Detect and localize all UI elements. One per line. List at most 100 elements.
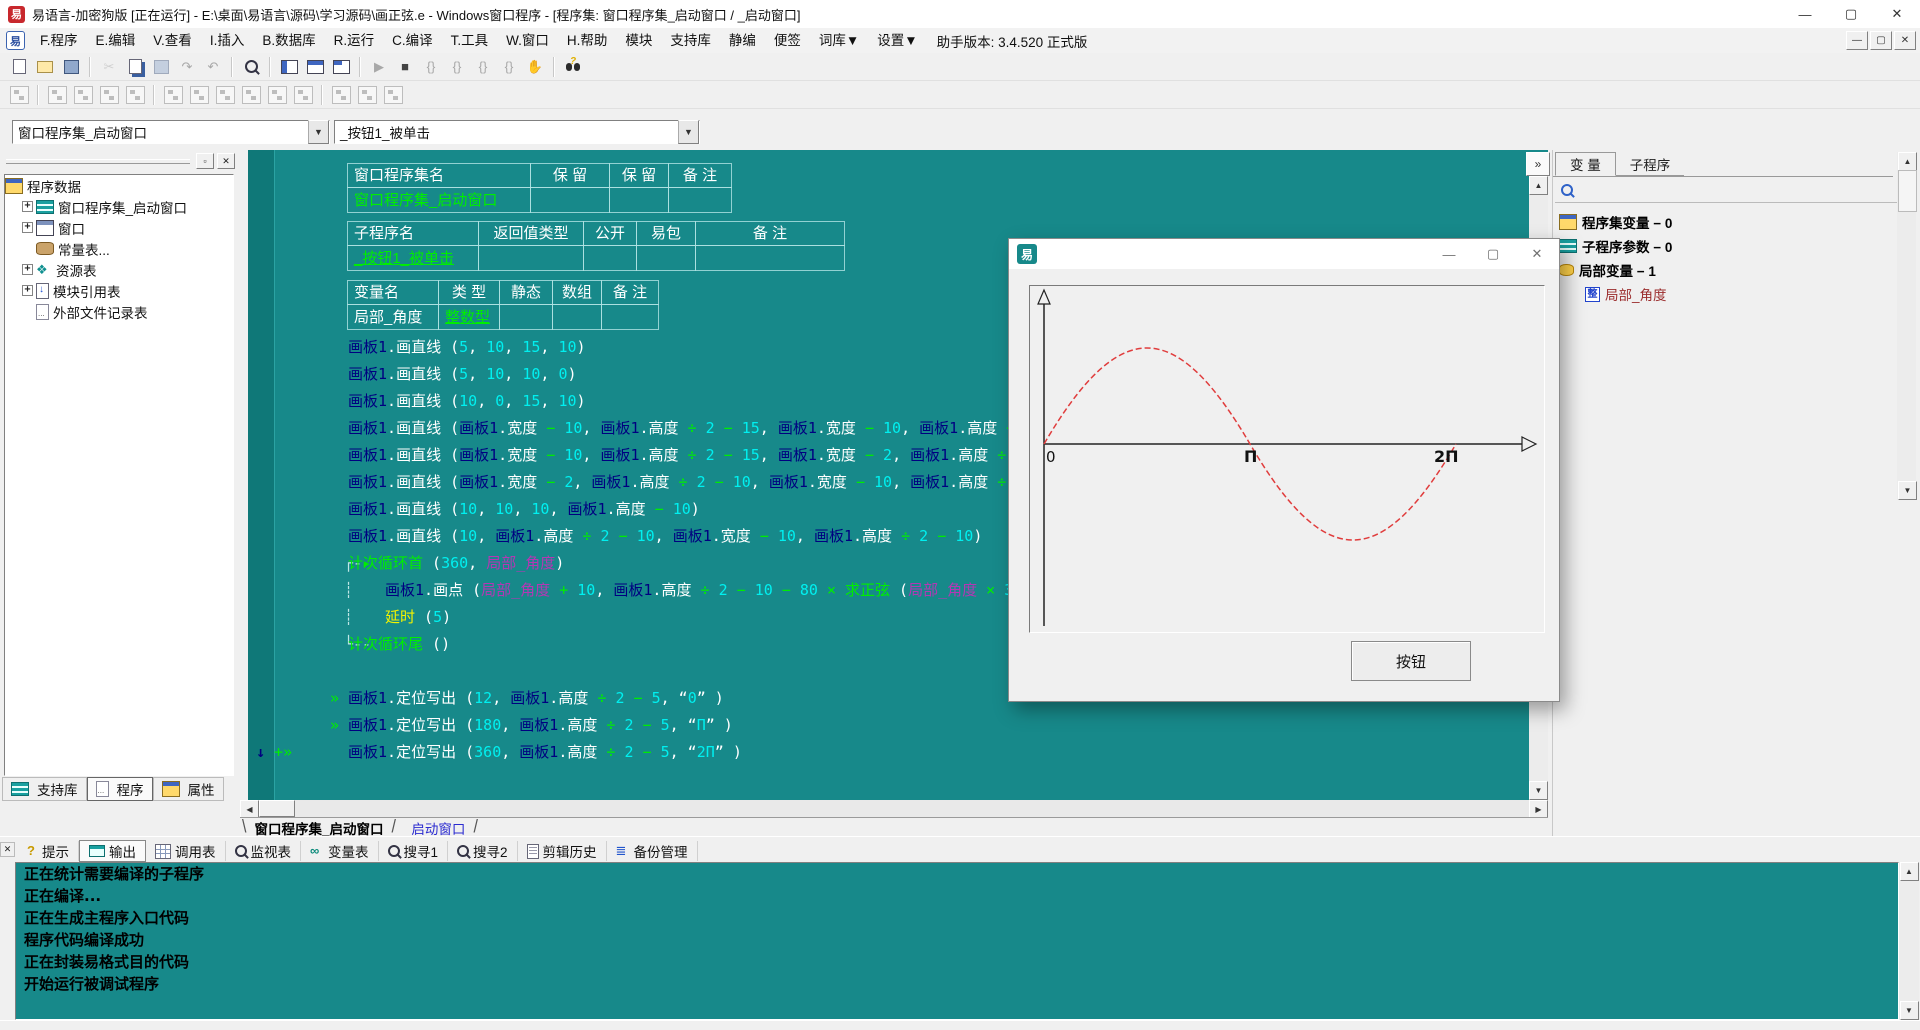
- cut-button[interactable]: ✂: [97, 55, 121, 78]
- variable-item-子程序参数 − 0[interactable]: 子程序参数 − 0: [1559, 234, 1889, 258]
- step-over-button[interactable]: {}: [445, 55, 469, 78]
- paste-button[interactable]: [149, 55, 173, 78]
- tab-变量[interactable]: 变 量: [1555, 152, 1616, 176]
- scroll-up-icon[interactable]: ▲: [1900, 862, 1919, 881]
- run-to-cursor-button[interactable]: {}: [497, 55, 521, 78]
- output-tab-调用表[interactable]: 调用表: [146, 841, 226, 861]
- find-in-files-button[interactable]: ?: [561, 55, 585, 78]
- move-left-button[interactable]: [45, 83, 69, 106]
- tree-item-窗口[interactable]: +窗口: [5, 217, 233, 238]
- table-cell[interactable]: [636, 245, 696, 271]
- program-button[interactable]: 按钮: [1351, 641, 1471, 681]
- table-cell[interactable]: [478, 245, 584, 271]
- align-top-button[interactable]: [213, 83, 237, 106]
- table-cell[interactable]: [499, 304, 553, 330]
- open-file-button[interactable]: [33, 55, 57, 78]
- mdi-restore-button[interactable]: ▢: [1870, 31, 1892, 50]
- menu-item-12[interactable]: 静编: [720, 30, 765, 52]
- close-panel-button[interactable]: ✕: [217, 153, 235, 169]
- expand-icon[interactable]: +: [22, 264, 33, 275]
- table-cell[interactable]: 局部_角度: [347, 304, 439, 330]
- chevron-down-icon[interactable]: ▼: [678, 120, 699, 144]
- method-combo[interactable]: _按钮1_被单击 ▼: [334, 120, 700, 144]
- program-window-titlebar[interactable]: 易 — ▢ ✕: [1009, 239, 1559, 269]
- fit-height-button[interactable]: [355, 83, 379, 106]
- variable-search-box[interactable]: [1555, 178, 1899, 203]
- same-v-button[interactable]: [291, 83, 315, 106]
- tab-支持库[interactable]: 支持库: [2, 777, 87, 801]
- scroll-up-icon[interactable]: ▲: [1529, 176, 1548, 195]
- pause-button[interactable]: ✋: [523, 55, 547, 78]
- mdi-minimize-button[interactable]: —: [1846, 31, 1868, 50]
- table-cell[interactable]: [583, 245, 637, 271]
- close-button[interactable]: ✕: [1515, 239, 1559, 269]
- menu-item-14[interactable]: 词库▼: [810, 30, 868, 52]
- copy-button[interactable]: [123, 55, 147, 78]
- collapse-panel-button[interactable]: »: [1526, 152, 1550, 176]
- tree-item-窗口程序集_启动窗口[interactable]: +窗口程序集_启动窗口: [5, 196, 233, 217]
- table-cell[interactable]: _按钮1_被单击: [347, 245, 479, 271]
- scrollbar-track[interactable]: [295, 800, 1529, 817]
- output-tab-提示[interactable]: 提示: [15, 841, 79, 861]
- flip-h-button[interactable]: [97, 83, 121, 106]
- running-program-window[interactable]: 易 — ▢ ✕ 0 Π 2Π 按钮: [1008, 238, 1560, 702]
- panel-scrollbar[interactable]: ▲ ▼: [1897, 152, 1916, 500]
- menu-item-8[interactable]: W.窗口: [497, 30, 558, 52]
- close-button[interactable]: ✕: [1874, 0, 1920, 28]
- menu-item-4[interactable]: B.数据库: [253, 30, 324, 52]
- output-tab-监视表[interactable]: 监视表: [226, 841, 302, 861]
- menu-item-13[interactable]: 便签: [765, 30, 810, 52]
- menu-item-0[interactable]: F.程序: [31, 30, 87, 52]
- table-cell[interactable]: [695, 245, 845, 271]
- output-tab-搜寻1[interactable]: 搜寻1: [379, 841, 449, 861]
- tab-程序[interactable]: 程序: [87, 777, 153, 801]
- assembly-combo[interactable]: 窗口程序集_启动窗口 ▼: [12, 120, 330, 144]
- code-line-15[interactable]: »画板1.定位写出 (180, 画板1.高度 ÷ 2 − 5, “Π” ): [248, 712, 1548, 739]
- menu-item-10[interactable]: 模块: [616, 30, 661, 52]
- editor-horizontal-scrollbar[interactable]: ◀ ▶: [240, 800, 1548, 817]
- layout-grid-button[interactable]: [329, 55, 353, 78]
- menu-item-6[interactable]: C.编译: [383, 30, 442, 52]
- table-cell[interactable]: [601, 304, 659, 330]
- flip-v-button[interactable]: [123, 83, 147, 106]
- output-scrollbar[interactable]: ▲ ▼: [1899, 862, 1919, 1020]
- menu-item-15[interactable]: 设置▼: [868, 30, 926, 52]
- close-output-button[interactable]: ✕: [0, 842, 15, 857]
- menu-item-1[interactable]: E.编辑: [87, 30, 145, 52]
- maximize-button[interactable]: ▢: [1828, 0, 1874, 28]
- table-cell[interactable]: 整数型: [438, 304, 500, 330]
- mdi-close-button[interactable]: ✕: [1894, 31, 1916, 50]
- variable-item-局部变量 − 1[interactable]: 局部变量 − 1: [1559, 258, 1889, 282]
- form-grid-button[interactable]: [7, 83, 31, 106]
- stop-button[interactable]: ■: [393, 55, 417, 78]
- tree-item-程序数据[interactable]: 程序数据: [5, 175, 233, 196]
- menu-item-2[interactable]: V.查看: [144, 30, 201, 52]
- drag-grip[interactable]: [6, 159, 190, 164]
- output-tab-剪辑历史[interactable]: 剪辑历史: [518, 841, 607, 861]
- tree-item-常量表...[interactable]: 常量表...: [5, 238, 233, 259]
- expand-icon[interactable]: +: [22, 201, 33, 212]
- same-h-button[interactable]: [265, 83, 289, 106]
- table-cell[interactable]: [530, 187, 610, 213]
- output-tab-备份管理[interactable]: 备份管理: [607, 841, 698, 861]
- chevron-down-icon[interactable]: ▼: [308, 120, 329, 144]
- table-cell[interactable]: [609, 187, 669, 213]
- panel-titlebar[interactable]: ▫ ✕: [0, 150, 238, 172]
- scrollbar-thumb[interactable]: [259, 800, 295, 817]
- save-button[interactable]: [59, 55, 83, 78]
- table-cell[interactable]: 窗口程序集_启动窗口: [347, 187, 531, 213]
- table-data-row[interactable]: 窗口程序集_启动窗口: [348, 188, 732, 213]
- table-data-row[interactable]: 局部_角度整数型: [348, 305, 659, 330]
- fit-both-button[interactable]: [381, 83, 405, 106]
- find-button[interactable]: [239, 55, 263, 78]
- code-line-16[interactable]: ↓ +»画板1.定位写出 (360, 画板1.高度 ÷ 2 − 5, “2Π” …: [248, 739, 1548, 766]
- fit-width-button[interactable]: [329, 83, 353, 106]
- align-bottom-button[interactable]: [239, 83, 263, 106]
- menu-item-3[interactable]: I.插入: [201, 30, 254, 52]
- menu-item-11[interactable]: 支持库: [661, 30, 720, 52]
- minimize-button[interactable]: —: [1427, 239, 1471, 269]
- scroll-down-icon[interactable]: ▼: [1529, 781, 1548, 800]
- tree-item-外部文件记录表[interactable]: 外部文件记录表: [5, 301, 233, 322]
- scroll-down-icon[interactable]: ▼: [1900, 1001, 1919, 1020]
- tree-item-资源表[interactable]: +资源表: [5, 259, 233, 280]
